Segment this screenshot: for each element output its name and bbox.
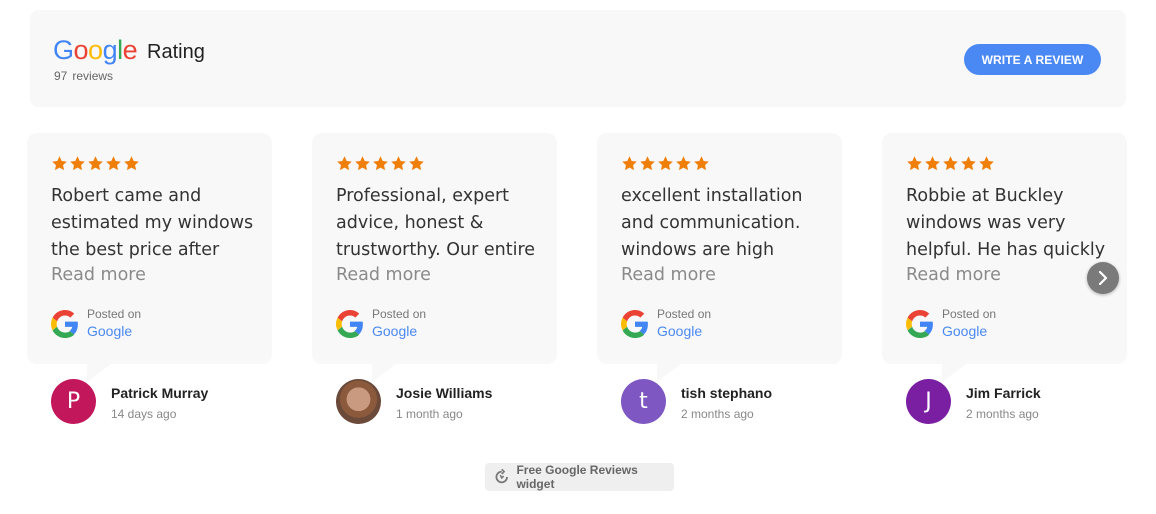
review-time: 2 months ago bbox=[681, 407, 754, 421]
google-g-icon bbox=[906, 310, 934, 338]
review-card: Professional, expert advice, honest & tr… bbox=[312, 133, 557, 382]
star-icon bbox=[942, 155, 959, 172]
read-more-link[interactable]: Read more bbox=[621, 265, 716, 285]
posted-source-link[interactable]: Google bbox=[87, 323, 132, 339]
avatar[interactable]: t bbox=[621, 379, 666, 424]
star-icon bbox=[336, 155, 353, 172]
posted-on-label: Posted on bbox=[657, 307, 712, 321]
star-rating bbox=[906, 155, 995, 172]
star-icon bbox=[69, 155, 86, 172]
review-count-number: 97 bbox=[54, 69, 68, 83]
read-more-link[interactable]: Read more bbox=[51, 265, 146, 285]
star-icon bbox=[105, 155, 122, 172]
review-time: 2 months ago bbox=[966, 407, 1039, 421]
star-icon bbox=[675, 155, 692, 172]
author-name[interactable]: tish stephano bbox=[681, 385, 772, 401]
star-icon bbox=[906, 155, 923, 172]
star-rating bbox=[336, 155, 425, 172]
author-name[interactable]: Patrick Murray bbox=[111, 385, 208, 401]
star-icon bbox=[621, 155, 638, 172]
posted-on-label: Posted on bbox=[372, 307, 427, 321]
star-icon bbox=[390, 155, 407, 172]
author-name[interactable]: Jim Farrick bbox=[966, 385, 1041, 401]
review-count-label: reviews bbox=[72, 69, 114, 83]
star-icon bbox=[693, 155, 710, 172]
chevron-right-icon bbox=[1098, 271, 1108, 285]
posted-source-link[interactable]: Google bbox=[942, 323, 987, 339]
review-count: 97 reviews bbox=[54, 69, 113, 83]
rating-header: Google Rating 97 reviews WRITE A REVIEW bbox=[30, 10, 1126, 107]
review-author: Josie Williams 1 month ago bbox=[312, 379, 557, 425]
review-text: Robbie at Buckley windows was very helpf… bbox=[906, 186, 1106, 260]
star-icon bbox=[657, 155, 674, 172]
star-rating bbox=[51, 155, 140, 172]
review-author: J Jim Farrick 2 months ago bbox=[882, 379, 1127, 425]
avatar[interactable] bbox=[336, 379, 381, 424]
read-more-link[interactable]: Read more bbox=[906, 265, 1001, 285]
star-rating bbox=[621, 155, 710, 172]
star-icon bbox=[87, 155, 104, 172]
star-icon bbox=[639, 155, 656, 172]
review-text: excellent installation and communication… bbox=[621, 186, 803, 260]
review-text: Professional, expert advice, honest & tr… bbox=[336, 186, 536, 260]
review-time: 1 month ago bbox=[396, 407, 463, 421]
review-author: P Patrick Murray 14 days ago bbox=[27, 379, 272, 425]
star-icon bbox=[978, 155, 995, 172]
avatar[interactable]: P bbox=[51, 379, 96, 424]
star-icon bbox=[924, 155, 941, 172]
posted-on-label: Posted on bbox=[942, 307, 997, 321]
posted-source-link[interactable]: Google bbox=[372, 323, 417, 339]
review-card: Robert came and estimated my windows the… bbox=[27, 133, 272, 382]
review-time: 14 days ago bbox=[111, 407, 177, 421]
review-card: Robbie at Buckley windows was very helpf… bbox=[882, 133, 1127, 382]
star-icon bbox=[123, 155, 140, 172]
google-g-icon bbox=[336, 310, 364, 338]
star-icon bbox=[408, 155, 425, 172]
posted-on-label: Posted on bbox=[87, 307, 142, 321]
posted-source-link[interactable]: Google bbox=[657, 323, 702, 339]
review-text: Robert came and estimated my windows the… bbox=[51, 186, 254, 260]
next-button[interactable] bbox=[1087, 262, 1119, 294]
star-icon bbox=[354, 155, 371, 172]
star-icon bbox=[372, 155, 389, 172]
avatar[interactable]: J bbox=[906, 379, 951, 424]
author-name[interactable]: Josie Williams bbox=[396, 385, 492, 401]
google-g-icon bbox=[51, 310, 79, 338]
review-card: excellent installation and communication… bbox=[597, 133, 842, 382]
write-review-button[interactable]: WRITE A REVIEW bbox=[964, 44, 1101, 75]
widget-label: Free Google Reviews widget bbox=[516, 463, 638, 491]
review-author: t tish stephano 2 months ago bbox=[597, 379, 842, 425]
google-logo: Google bbox=[53, 35, 138, 65]
star-icon bbox=[51, 155, 68, 172]
read-more-link[interactable]: Read more bbox=[336, 265, 431, 285]
rating-label: Rating bbox=[147, 41, 205, 63]
google-g-icon bbox=[621, 310, 649, 338]
star-icon bbox=[960, 155, 977, 172]
free-widget-badge[interactable]: Free Google Reviews widget bbox=[485, 463, 674, 491]
refresh-icon bbox=[495, 468, 508, 484]
